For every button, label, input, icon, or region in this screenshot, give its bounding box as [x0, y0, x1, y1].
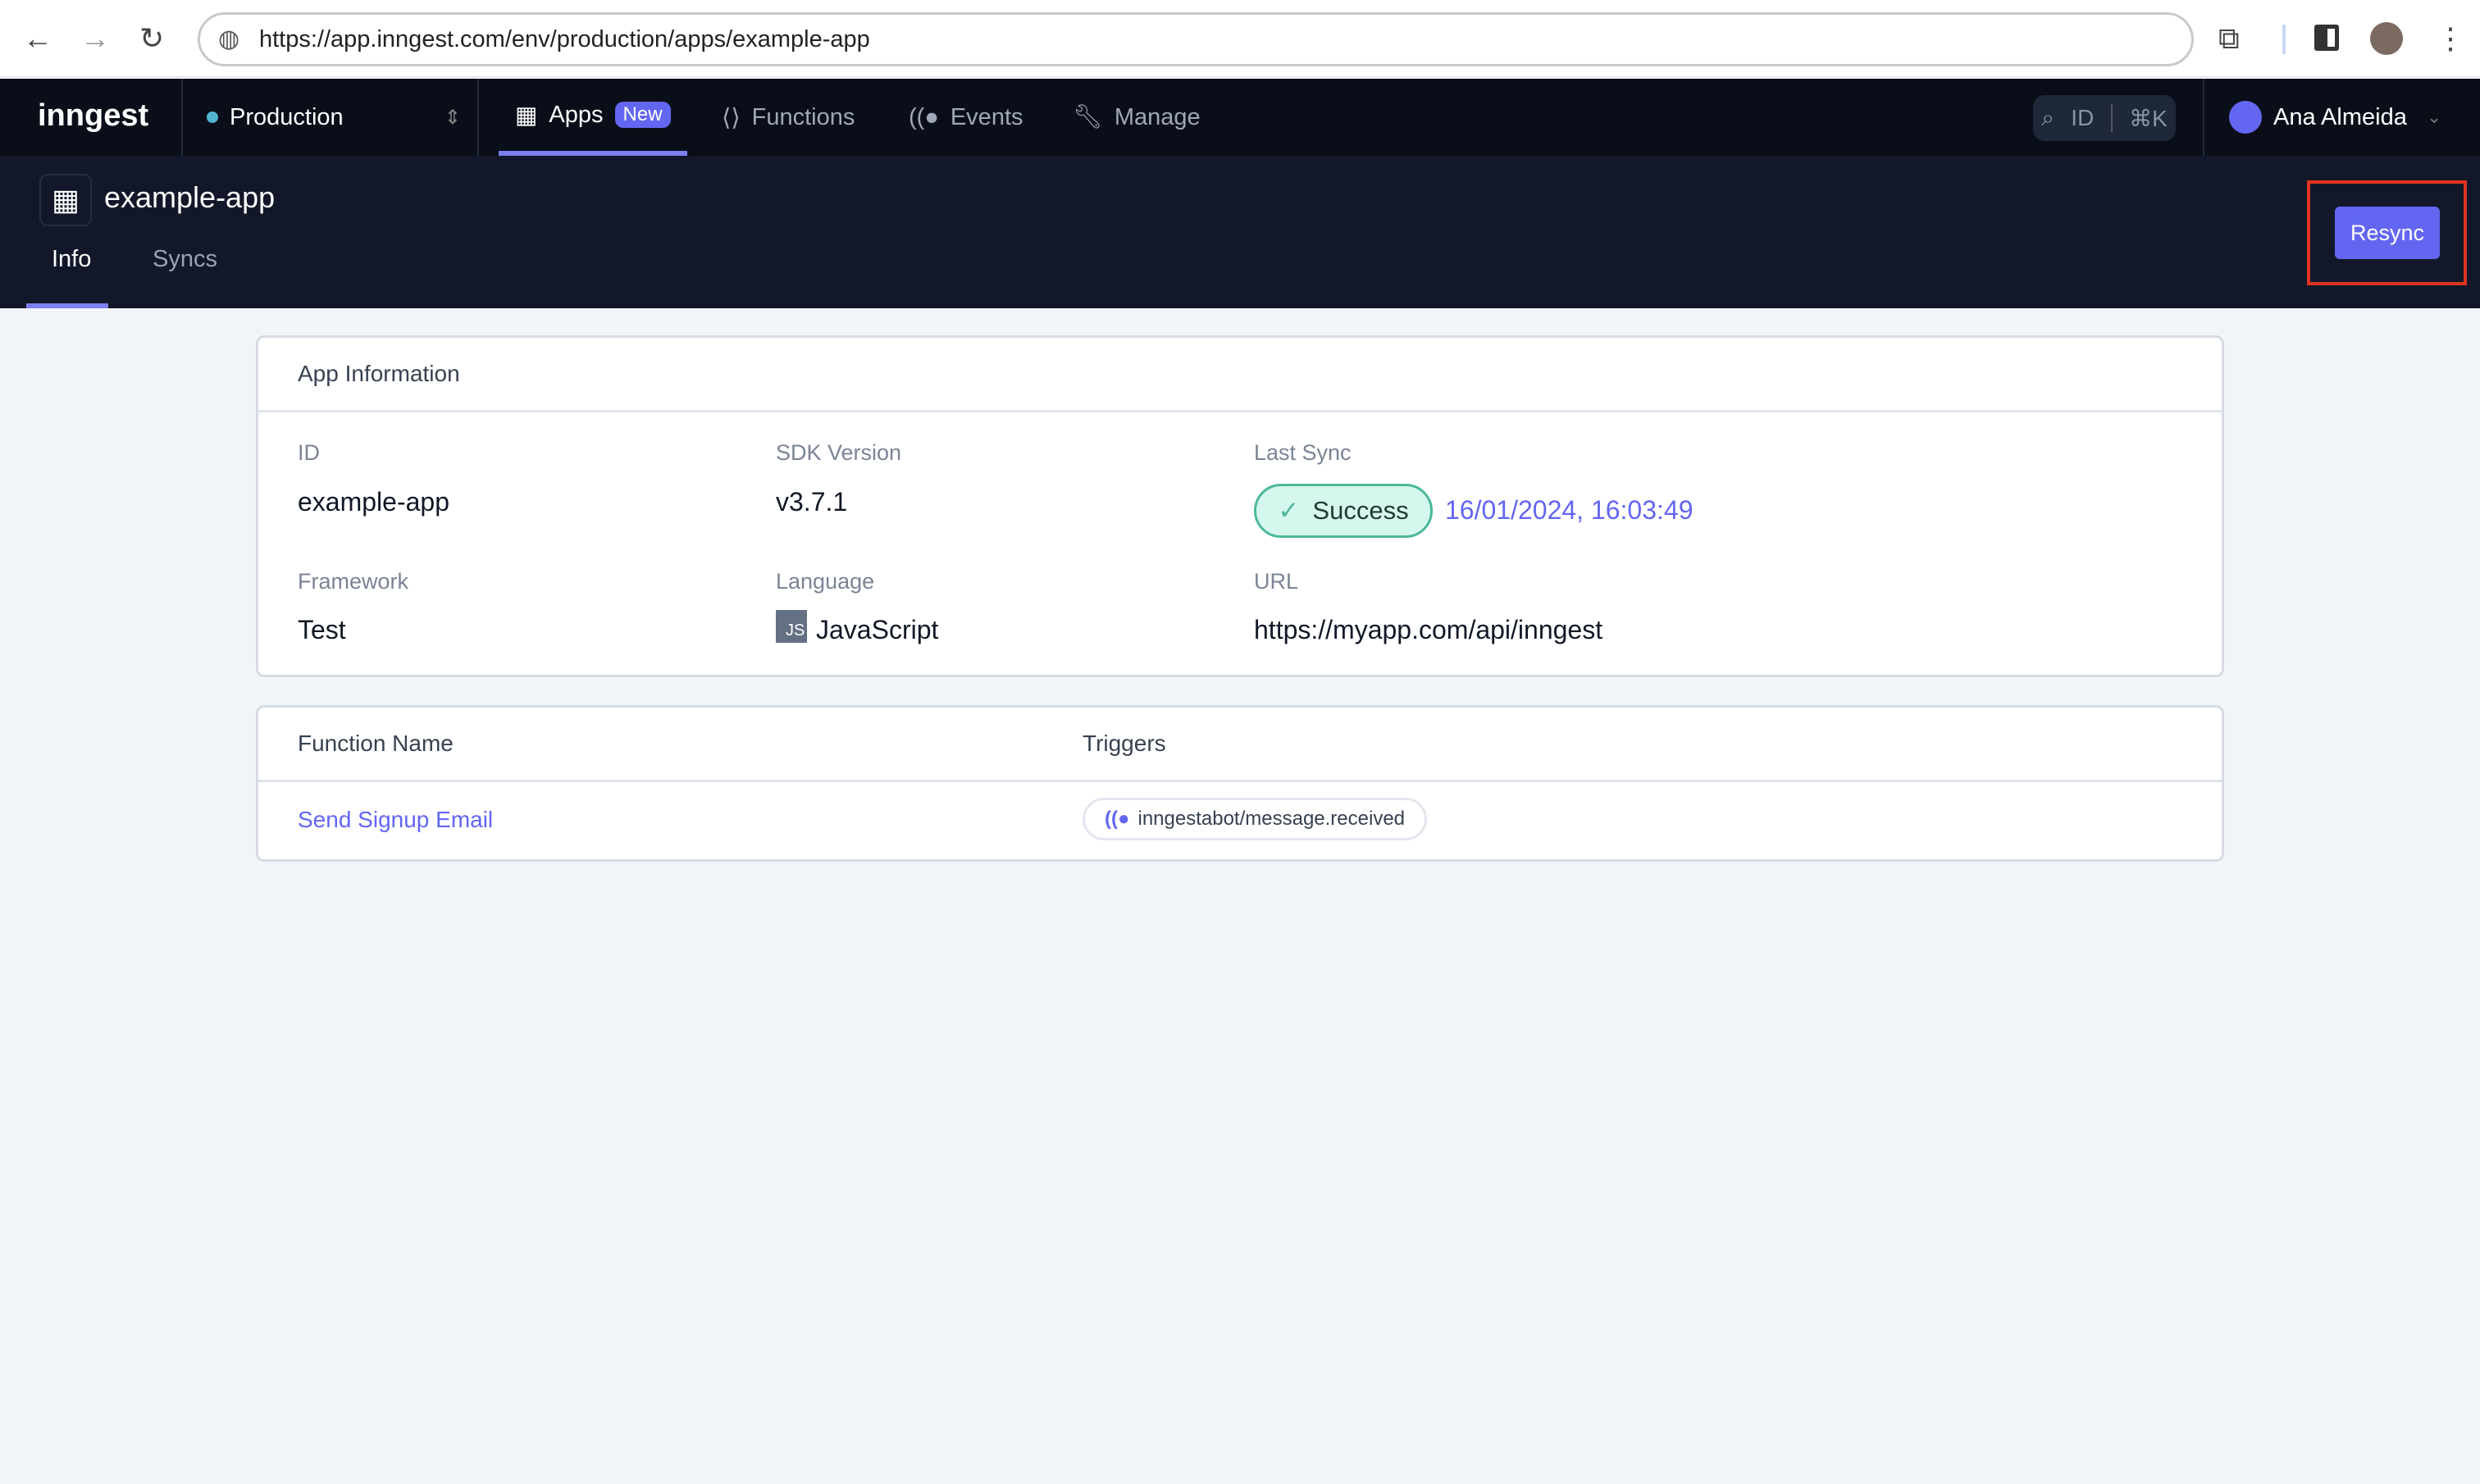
check-icon: ✓ — [1278, 496, 1300, 525]
tab-info[interactable]: Info — [52, 246, 91, 273]
divider — [2110, 104, 2113, 132]
environment-label: Production — [230, 103, 344, 130]
resync-button[interactable]: Resync — [2335, 207, 2440, 259]
chevron-down-icon: ⌄ — [2426, 107, 2442, 127]
site-info-icon[interactable]: ◍ — [218, 25, 239, 53]
sdk-label: SDK Version — [776, 440, 902, 465]
column-header-triggers: Triggers — [1083, 731, 1166, 756]
nav-functions[interactable]: ⟨⟩ Functions — [722, 79, 855, 156]
nav-apps[interactable]: ▦ Apps New — [499, 79, 687, 156]
user-menu[interactable]: Ana Almeida ⌄ — [2229, 79, 2441, 156]
chevron-updown-icon: ⇕ — [444, 106, 461, 129]
profile-avatar[interactable] — [2370, 22, 2403, 55]
environment-selector[interactable]: Production ⇕ — [207, 79, 461, 156]
forward-icon[interactable]: → — [80, 18, 110, 59]
user-name: Ana Almeida — [2273, 103, 2407, 130]
functions-table: Function Name Triggers Send Signup Email… — [256, 705, 2224, 862]
shortcut-label: ⌘K — [2129, 105, 2168, 131]
url-value: https://myapp.com/api/inngest — [1254, 615, 1603, 644]
nav-label: Functions — [751, 103, 855, 130]
url-text: https://app.inngest.com/env/production/a… — [259, 26, 870, 52]
extensions-icon[interactable]: ⧉ — [2218, 18, 2240, 59]
browser-toolbar: ← → ↻ ◍ https://app.inngest.com/env/prod… — [0, 0, 2480, 77]
function-name-link[interactable]: Send Signup Email — [298, 807, 493, 833]
top-nav: inngest Production ⇕ ▦ Apps New ⟨⟩ Functi… — [0, 79, 2480, 156]
reload-icon[interactable]: ↻ — [139, 18, 164, 59]
wrench-icon: 🔧︎ — [1073, 104, 1103, 130]
tab-syncs[interactable]: Syncs — [153, 246, 217, 273]
env-status-dot — [207, 112, 218, 123]
id-label: ID — [298, 440, 320, 465]
divider — [258, 410, 2222, 412]
side-panel-icon[interactable] — [2314, 25, 2339, 51]
last-sync-label: Last Sync — [1254, 440, 1352, 465]
search-icon: ⌕ — [2041, 104, 2054, 130]
status-text: Success — [1312, 496, 1409, 525]
events-icon: ((● — [1105, 808, 1130, 830]
framework-value: Test — [298, 615, 346, 644]
active-tab-indicator — [26, 303, 108, 308]
logo[interactable]: inngest — [38, 98, 148, 134]
nav-label: Manage — [1114, 103, 1201, 130]
card-title: App Information — [298, 361, 460, 386]
divider — [258, 780, 2222, 782]
function-icon: ⟨⟩ — [722, 104, 741, 131]
search-id-label: ID — [2071, 105, 2095, 130]
nav-events[interactable]: ((● Events — [909, 79, 1023, 156]
nav-label: Apps — [549, 101, 604, 128]
framework-label: Framework — [298, 569, 409, 594]
sdk-value: v3.7.1 — [776, 487, 848, 517]
javascript-icon: JS — [776, 610, 807, 643]
trigger-text: inngestabot/message.received — [1137, 808, 1406, 830]
user-avatar-icon — [2229, 101, 2262, 134]
address-bar[interactable]: ◍ https://app.inngest.com/env/production… — [198, 12, 2194, 66]
column-header-function-name: Function Name — [298, 731, 454, 756]
nav-label: Events — [950, 103, 1023, 130]
more-menu-icon[interactable]: ⋮ — [2436, 18, 2465, 59]
sync-status-badge: ✓ Success — [1254, 484, 1433, 538]
events-icon: ((● — [909, 103, 939, 130]
language-label: Language — [776, 569, 875, 594]
nav-manage[interactable]: 🔧︎ Manage — [1073, 79, 1201, 156]
app-information-card: App Information ID example-app SDK Versi… — [256, 335, 2224, 677]
new-badge: New — [614, 102, 671, 128]
back-icon[interactable]: ← — [23, 18, 52, 59]
apps-grid-icon: ▦ — [515, 102, 538, 129]
language-value: JavaScript — [816, 615, 939, 644]
page-header: ▦ example-app Resync — [0, 156, 2480, 308]
sync-time-link[interactable]: 16/01/2024, 16:03:49 — [1445, 495, 1694, 526]
page-title: example-app — [104, 180, 276, 214]
app-icon: ▦ — [39, 174, 92, 226]
divider — [2282, 25, 2286, 54]
url-label: URL — [1254, 569, 1299, 594]
trigger-badge[interactable]: ((● inngestabot/message.received — [1083, 798, 1428, 840]
search-button[interactable]: ⌕ ID ⌘K — [2033, 95, 2176, 141]
id-value: example-app — [298, 487, 449, 517]
